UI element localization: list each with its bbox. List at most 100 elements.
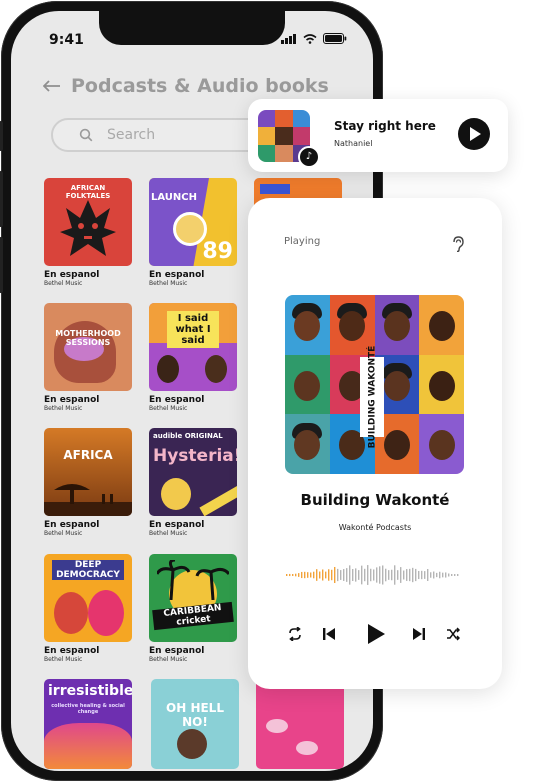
cover-title: DEEP DEMOCRACY: [52, 560, 124, 580]
podcast-card[interactable]: MOTHERHOOD SESSIONS En espanol Bethel Mu…: [44, 303, 136, 412]
waveform-bar: [424, 571, 426, 579]
waveform-bar: [307, 572, 309, 578]
ear-icon[interactable]: [451, 236, 465, 252]
podcast-cover: DEEP DEMOCRACY: [44, 554, 132, 642]
podcast-card-partial[interactable]: [256, 679, 348, 769]
waveform-bar: [454, 574, 456, 576]
host-portrait-left: [157, 355, 179, 383]
waveform-bar: [355, 568, 357, 582]
cover-waves: [44, 723, 132, 769]
music-note-icon: ♪: [298, 146, 320, 168]
repeat-icon[interactable]: [288, 627, 302, 641]
waveform-bar: [346, 568, 348, 582]
waveform-bar: [349, 565, 351, 585]
podcast-card[interactable]: irresistible collective healing & social…: [44, 679, 136, 769]
episode-number: 89: [202, 239, 233, 264]
battery-icon: [323, 33, 347, 44]
card-title: En espanol: [44, 395, 100, 405]
podcast-cover: irresistible collective healing & social…: [44, 679, 132, 769]
palm-trees: [157, 560, 229, 600]
waveform-bar: [436, 572, 438, 578]
artwork-title: BUILDING WAKONTÉ: [367, 345, 377, 449]
waveform-bar: [421, 570, 423, 580]
waveform-bar: [295, 573, 297, 577]
waveform-bar: [319, 571, 321, 579]
lips-shape: [266, 719, 288, 733]
waveform-scrubber[interactable]: [284, 563, 468, 587]
podcast-cover: I said what I said: [149, 303, 237, 391]
skip-back-icon[interactable]: [322, 627, 336, 641]
waveform-bar: [322, 569, 324, 581]
waveform-bar: [406, 569, 408, 581]
podcast-cover: MOTHERHOOD SESSIONS: [44, 303, 132, 391]
cover-ribbon: [199, 485, 237, 516]
waveform-bar: [361, 565, 363, 585]
portrait-left: [54, 592, 88, 634]
cover-portrait: [161, 478, 191, 510]
phone-volume-up: [0, 171, 3, 227]
waveform-bar: [457, 574, 459, 576]
playback-controls: [288, 623, 464, 645]
search-input[interactable]: [105, 126, 259, 144]
waveform-bar: [397, 570, 399, 580]
waveform-bar: [352, 568, 354, 582]
wifi-icon: [303, 33, 317, 44]
waveform-bar: [385, 568, 387, 582]
shuffle-icon[interactable]: [446, 627, 460, 641]
card-subtitle: Bethel Music: [149, 280, 188, 287]
signal-icon: [281, 33, 296, 44]
mask-illustration: [60, 200, 116, 256]
cover-title: Hysteria!: [153, 446, 237, 466]
mini-player[interactable]: ♪ Stay right here Nathaniel: [248, 99, 508, 172]
waveform-bar: [442, 572, 444, 578]
cover-title: MOTHERHOOD SESSIONS: [55, 329, 121, 347]
card-title: En espanol: [44, 270, 100, 280]
notch: [99, 11, 285, 45]
waveform-bar: [328, 569, 330, 581]
cover-title: LAUNCH: [151, 192, 198, 203]
podcast-card[interactable]: DEEP DEMOCRACY En espanol Bethel Music: [44, 554, 136, 663]
podcast-cover: AFRICAN FOLKTALES: [44, 178, 132, 266]
podcast-card[interactable]: I said what I said En espanol Bethel Mus…: [149, 303, 241, 412]
waveform-bar: [427, 569, 429, 581]
status-time: 9:41: [49, 32, 84, 48]
podcast-card[interactable]: AFRICA En espanol Bethel Music: [44, 428, 136, 537]
waveform-bar: [292, 574, 294, 576]
podcast-card[interactable]: OH HELL NO!: [151, 679, 243, 769]
phone-mute-switch: [0, 121, 3, 151]
card-subtitle: Bethel Music: [44, 530, 83, 537]
waveform-bar: [313, 571, 315, 579]
waveform-bar: [388, 570, 390, 580]
status-icons: [281, 33, 347, 44]
podcast-cover: [256, 679, 344, 769]
waveform-bar: [391, 569, 393, 581]
waveform-bar: [337, 568, 339, 582]
cover-title: irresistible: [48, 683, 132, 699]
track-artist: Wakonté Podcasts: [338, 523, 412, 532]
play-icon[interactable]: [366, 623, 386, 645]
waveform-bar: [439, 571, 441, 579]
card-title: En espanol: [149, 395, 205, 405]
waveform-bar: [340, 570, 342, 580]
waveform-bar: [301, 571, 303, 579]
page-title: Podcasts & Audio books: [71, 75, 329, 97]
cover-portrait: [177, 729, 207, 759]
cover-title: I said what I said: [167, 311, 219, 348]
waveform-bar: [334, 566, 336, 584]
podcast-card[interactable]: LAUNCH 89 En espanol Bethel Music: [149, 178, 241, 287]
waveform-bar: [358, 570, 360, 580]
page-header: Podcasts & Audio books: [43, 75, 329, 97]
podcast-card[interactable]: audible ORIGINAL Hysteria! En espanol Be…: [149, 428, 241, 537]
podcast-card[interactable]: CARIBBEAN cricket En espanol Bethel Musi…: [149, 554, 241, 663]
mini-player-artist: Nathaniel: [334, 139, 373, 148]
waveform-bar: [364, 568, 366, 582]
back-arrow-icon[interactable]: [43, 80, 61, 92]
artwork-title-strip: BUILDING WAKONTÉ: [360, 346, 384, 448]
play-icon[interactable]: [458, 118, 490, 150]
card-subtitle: Bethel Music: [149, 656, 188, 663]
cover-brand: audible ORIGINAL: [153, 432, 223, 440]
waveform-bar: [376, 567, 378, 583]
waveform-bar: [310, 572, 312, 578]
skip-forward-icon[interactable]: [412, 627, 426, 641]
podcast-card[interactable]: AFRICAN FOLKTALES En espanol Bethel Musi…: [44, 178, 136, 287]
